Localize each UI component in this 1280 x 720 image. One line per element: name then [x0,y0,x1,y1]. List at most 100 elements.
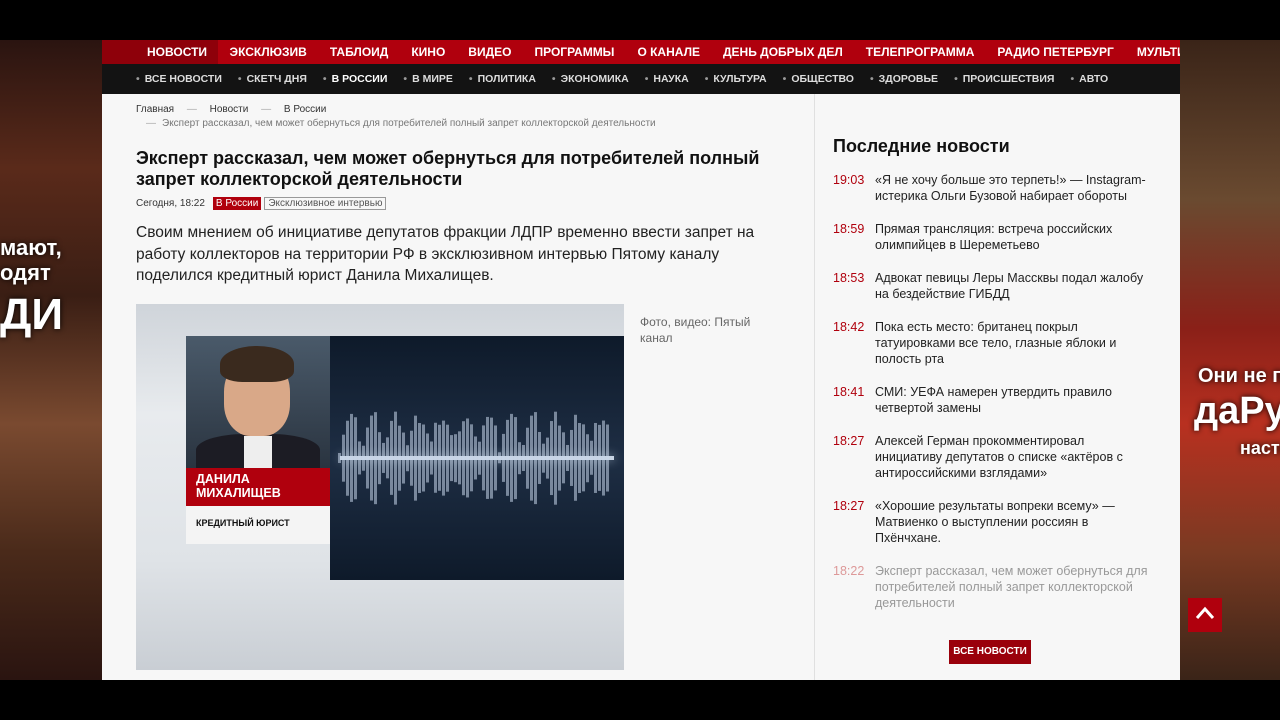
latest-news-sidebar: Последние новости 19:03 «Я не хочу больше… [814,94,1180,680]
subnav-item[interactable]: • ЭКОНОМИКА [548,73,641,85]
sidebar-title: Последние новости [833,136,1010,156]
article-lead: Своим мнением об инициативе депутатов фр… [136,224,755,284]
news-item[interactable]: 18:41 СМИ: УЕФА намерен утвердить правило… [833,384,1153,416]
waveform-bar [498,452,501,464]
waveform-bar [518,441,521,475]
news-headline[interactable]: «Я не хочу больше это терпеть!» — Instag… [875,172,1153,204]
breadcrumb-home[interactable]: Главная [136,104,174,115]
waveform-bar [514,416,517,500]
news-time: 18:59 [833,222,865,236]
waveform-bar [546,437,549,479]
waveform-bar [470,424,473,492]
waveform-bar [526,427,529,489]
article-video[interactable]: ДАНИЛА МИХАЛИЩЕВ КРЕДИТНЫЙ ЮРИСТ [136,304,624,670]
waveform-bar [442,420,445,496]
waveform-bar [354,416,357,500]
subnav-item[interactable]: • ЗДОРОВЬЕ [866,73,950,85]
breadcrumb: Главная — Новости — В России [136,104,356,115]
news-time: 18:53 [833,271,865,285]
news-item[interactable]: 18:27 «Хорошие результаты вопреки всему» … [833,498,1153,546]
subnav-item[interactable]: • ПОЛИТИКА [465,73,548,85]
subnav-item[interactable]: • ОБЩЕСТВО [779,73,866,85]
news-headline[interactable]: Эксперт рассказал, чем может обернуться … [875,563,1153,611]
promo-text: насто [1240,438,1280,458]
waveform-bar [602,420,605,496]
topnav-item-tabloid[interactable]: ТАБЛОИД [318,40,400,64]
waveform-bar [578,423,581,493]
waveform-bar [502,434,505,482]
topnav-item-news[interactable]: НОВОСТИ [102,40,219,64]
all-news-button[interactable]: ВСЕ НОВОСТИ [949,640,1031,664]
video-frame: мают, одят ДИ Они не п даРу насто НОВОСТ… [0,0,1280,720]
waveform-bar [366,427,369,489]
breadcrumb-separator: — [261,104,272,115]
promo-text: мают, [0,235,62,260]
topnav-item-programs[interactable]: ПРОГРАММЫ [523,40,626,64]
waveform-bar [346,420,349,496]
subnav-item[interactable]: • В МИРЕ [399,73,465,85]
waveform-bar [534,411,537,505]
subnav-item[interactable]: • КУЛЬТУРА [701,73,779,85]
subnav-item[interactable]: • ВСЕ НОВОСТИ [132,73,234,85]
waveform-bar [382,443,385,473]
waveform-bar [570,430,573,486]
breadcrumb-section[interactable]: В России [284,104,326,115]
news-item[interactable]: 19:03 «Я не хочу больше это терпеть!» — I… [833,172,1153,204]
waveform-bar [562,432,565,484]
news-item[interactable]: 18:59 Прямая трансляция: встреча российск… [833,221,1153,253]
topnav-item-multiblog[interactable]: МУЛЬТИБЛОГ [1125,40,1180,64]
topnav-item-exclusive[interactable]: ЭКСКЛЮЗИВ [218,40,318,64]
news-headline[interactable]: Алексей Герман прокомментировал инициати… [875,433,1153,481]
waveform-bar [418,423,421,493]
waveform-bar [394,411,397,505]
news-item[interactable]: 18:42 Пока есть место: британец покрыл та… [833,319,1153,367]
breadcrumb-news[interactable]: Новости [210,104,249,115]
waveform-bar [434,423,437,493]
news-item[interactable]: 18:53 Адвокат певицы Леры Массквы подал ж… [833,270,1153,302]
waveform-bar [358,441,361,475]
waveform-bar [510,414,513,502]
promo-text: Они не п [1198,365,1280,387]
topnav-item-cinema[interactable]: КИНО [400,40,457,64]
subnav-item[interactable]: • НАУКА [641,73,701,85]
news-headline[interactable]: Пока есть место: британец покрыл татуиро… [875,319,1153,367]
subnav-item[interactable]: • ПРОИСШЕСТВИЯ [950,73,1066,85]
waveform-bar [426,433,429,483]
news-headline[interactable]: Адвокат певицы Леры Массквы подал жалобу… [875,270,1153,302]
news-time: 18:41 [833,385,865,399]
waveform-bar [582,424,585,492]
breadcrumb-current: — Эксперт рассказал, чем может обернуться… [146,118,656,129]
right-promo-banner[interactable]: Они не п даРу насто [1180,40,1280,680]
news-item[interactable]: 18:27 Алексей Герман прокомментировал ини… [833,433,1153,481]
waveform-bar [522,445,525,471]
topnav-item-video[interactable]: ВИДЕО [457,40,523,64]
waveform-bar [538,432,541,484]
top-navigation: НОВОСТИ ЭКСКЛЮЗИВ ТАБЛОИД КИНО ВИДЕО ПРО… [102,40,1180,64]
subnav-item-active[interactable]: • В РОССИИ [319,73,399,85]
news-headline[interactable]: Прямая трансляция: встреча российских ол… [875,221,1153,253]
news-headline[interactable]: СМИ: УЕФА намерен утвердить правило четв… [875,384,1153,416]
waveform-bar [458,431,461,485]
waveform-bar [530,415,533,501]
type-badge[interactable]: Эксклюзивное интервью [264,197,387,210]
waveform-bar [378,431,381,485]
subnav-item[interactable]: • АВТО [1066,73,1120,85]
category-badge[interactable]: В России [212,197,262,210]
topnav-item-about[interactable]: О КАНАЛЕ [626,40,712,64]
topnav-item-radio[interactable]: РАДИО ПЕТЕРБУРГ [986,40,1125,64]
waveform-bar [446,424,449,492]
waveform-bar [598,425,601,491]
promo-text: даРу [1194,390,1280,432]
waveform-bar [558,425,561,491]
waveform-bar [454,433,457,483]
news-item[interactable]: 18:22 Эксперт рассказал, чем может оберну… [833,563,1153,611]
subnav-item[interactable]: • СКЕТЧ ДНЯ [234,73,319,85]
audio-waveform [330,336,624,580]
waveform-bar [554,411,557,505]
news-headline[interactable]: «Хорошие результаты вопреки всему» — Мат… [875,498,1153,546]
news-list: 19:03 «Я не хочу больше это терпеть!» — I… [833,172,1153,628]
scroll-to-top-button[interactable] [1188,598,1222,632]
left-promo-banner[interactable]: мают, одят ДИ [0,40,102,680]
topnav-item-good-deeds[interactable]: ДЕНЬ ДОБРЫХ ДЕЛ [712,40,855,64]
topnav-item-tv-guide[interactable]: ТЕЛЕПРОГРАММА [854,40,986,64]
